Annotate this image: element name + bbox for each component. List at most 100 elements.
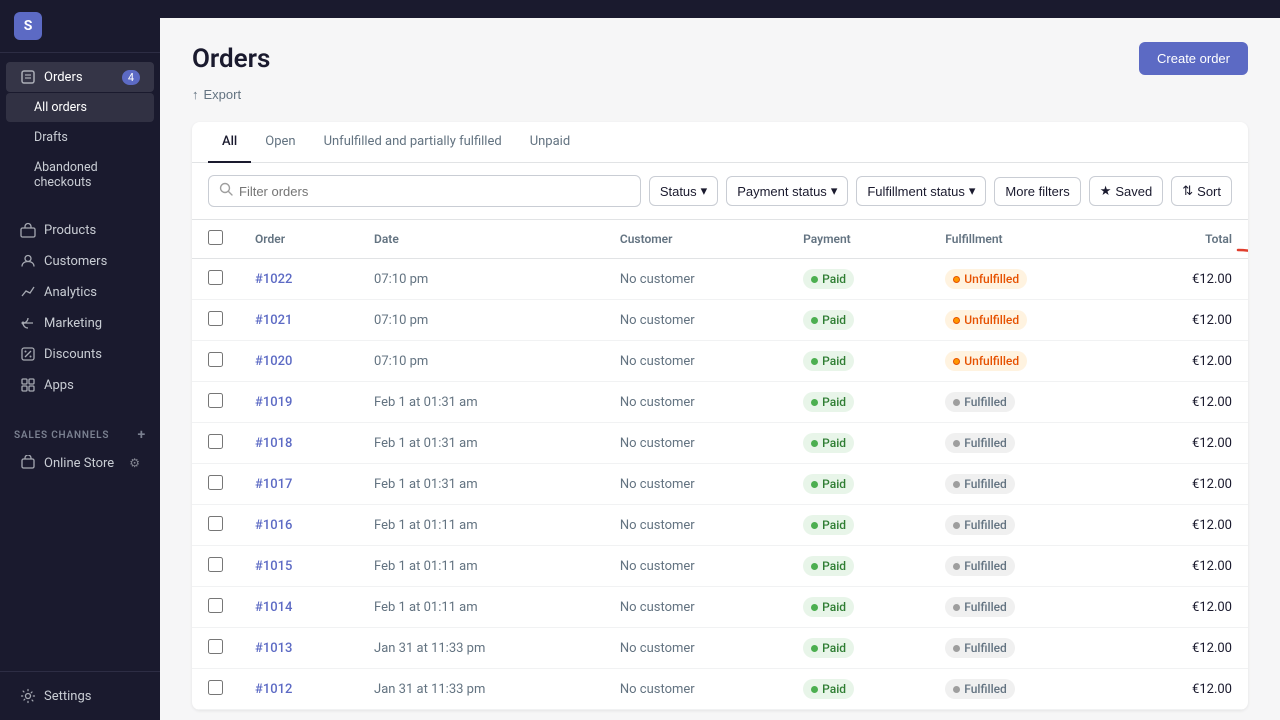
order-link[interactable]: #1012 [255, 682, 292, 697]
row-total: €12.00 [1125, 382, 1249, 423]
fulfillment-status-label: Fulfillment status [867, 184, 965, 199]
tab-open[interactable]: Open [251, 122, 309, 163]
fulfillment-badge: Fulfilled [945, 556, 1015, 576]
sales-channels-label: SALES CHANNELS + [0, 417, 160, 447]
payment-dot [811, 686, 818, 693]
tab-all[interactable]: All [208, 122, 251, 163]
apps-icon [20, 377, 36, 393]
table-row: #1013 Jan 31 at 11:33 pm No customer Pai… [192, 628, 1248, 669]
saved-button[interactable]: ★ Saved [1089, 176, 1164, 206]
analytics-icon [20, 284, 36, 300]
order-link[interactable]: #1016 [255, 518, 292, 533]
fulfillment-dot [953, 440, 960, 447]
row-checkbox[interactable] [208, 352, 223, 367]
fulfillment-dot [953, 481, 960, 488]
select-all-checkbox[interactable] [208, 230, 223, 245]
add-sales-channel-icon[interactable]: + [138, 427, 147, 443]
tab-unfulfilled[interactable]: Unfulfilled and partially fulfilled [310, 122, 516, 163]
order-link[interactable]: #1019 [255, 395, 292, 410]
payment-badge: Paid [803, 351, 854, 371]
sidebar-item-orders[interactable]: Orders 4 [6, 62, 154, 92]
order-link[interactable]: #1014 [255, 600, 292, 615]
row-payment: Paid [787, 300, 929, 341]
table-header: Order Date Customer Payment Fulfillment … [192, 220, 1248, 259]
order-link[interactable]: #1013 [255, 641, 292, 656]
row-total: €12.00 [1125, 464, 1249, 505]
search-box[interactable] [208, 175, 641, 207]
create-order-button[interactable]: Create order [1139, 42, 1248, 75]
payment-dot [811, 317, 818, 324]
tab-unpaid[interactable]: Unpaid [516, 122, 584, 163]
row-payment: Paid [787, 423, 929, 464]
sidebar-item-apps[interactable]: Apps [6, 370, 154, 400]
row-checkbox[interactable] [208, 639, 223, 654]
more-filters-button[interactable]: More filters [994, 177, 1080, 206]
row-payment: Paid [787, 628, 929, 669]
order-link[interactable]: #1015 [255, 559, 292, 574]
search-input[interactable] [239, 184, 630, 199]
row-order: #1014 [239, 587, 358, 628]
order-link[interactable]: #1022 [255, 272, 292, 287]
row-date: Feb 1 at 01:11 am [358, 587, 604, 628]
payment-status-filter-button[interactable]: Payment status ▾ [726, 176, 848, 206]
sidebar-item-online-store[interactable]: Online Store ⚙ [6, 448, 154, 478]
order-link[interactable]: #1018 [255, 436, 292, 451]
sidebar-item-drafts[interactable]: Drafts [6, 123, 154, 152]
sidebar-item-products[interactable]: Products [6, 215, 154, 245]
row-date: Feb 1 at 01:31 am [358, 464, 604, 505]
row-customer: No customer [604, 587, 787, 628]
payment-dot [811, 358, 818, 365]
export-button[interactable]: ↑ Export [192, 83, 241, 106]
payment-dot [811, 604, 818, 611]
payment-dot [811, 645, 818, 652]
order-col-header: Order [239, 220, 358, 259]
row-checkbox[interactable] [208, 311, 223, 326]
row-checkbox[interactable] [208, 475, 223, 490]
fulfillment-badge: Fulfilled [945, 474, 1015, 494]
row-checkbox-cell [192, 382, 239, 423]
page-header: Orders Create order [192, 42, 1248, 75]
row-checkbox[interactable] [208, 434, 223, 449]
online-store-settings-icon[interactable]: ⚙ [129, 456, 140, 470]
row-checkbox[interactable] [208, 598, 223, 613]
row-total: €12.00 [1125, 669, 1249, 710]
order-link[interactable]: #1021 [255, 313, 292, 328]
table-row: #1018 Feb 1 at 01:31 am No customer Paid… [192, 423, 1248, 464]
row-customer: No customer [604, 341, 787, 382]
payment-badge: Paid [803, 433, 854, 453]
row-fulfillment: Unfulfilled [929, 300, 1124, 341]
payment-badge: Paid [803, 638, 854, 658]
row-checkbox[interactable] [208, 557, 223, 572]
row-total: €12.00 [1125, 505, 1249, 546]
row-checkbox[interactable] [208, 516, 223, 531]
discounts-label: Discounts [44, 347, 102, 362]
status-filter-button[interactable]: Status ▾ [649, 176, 718, 206]
table-row: #1019 Feb 1 at 01:31 am No customer Paid… [192, 382, 1248, 423]
row-order: #1021 [239, 300, 358, 341]
row-checkbox[interactable] [208, 393, 223, 408]
sort-button[interactable]: ⇅ Sort [1171, 176, 1232, 206]
row-checkbox-cell [192, 587, 239, 628]
sidebar-item-marketing[interactable]: Marketing [6, 308, 154, 338]
payment-badge: Paid [803, 310, 854, 330]
order-link[interactable]: #1020 [255, 354, 292, 369]
row-checkbox-cell [192, 546, 239, 587]
order-link[interactable]: #1017 [255, 477, 292, 492]
fulfillment-dot [953, 686, 960, 693]
sidebar-item-all-orders[interactable]: All orders [6, 93, 154, 122]
row-order: #1017 [239, 464, 358, 505]
sidebar-item-abandoned-checkouts[interactable]: Abandoned checkouts [6, 153, 154, 197]
sidebar-item-discounts[interactable]: Discounts [6, 339, 154, 369]
sidebar-item-analytics[interactable]: Analytics [6, 277, 154, 307]
row-checkbox[interactable] [208, 680, 223, 695]
row-checkbox-cell [192, 423, 239, 464]
sidebar-item-settings[interactable]: Settings [6, 681, 154, 711]
fulfillment-status-filter-button[interactable]: Fulfillment status ▾ [856, 176, 986, 206]
more-filters-label: More filters [1005, 184, 1069, 199]
sidebar-item-customers[interactable]: Customers [6, 246, 154, 276]
status-filter-label: Status [660, 184, 697, 199]
row-checkbox[interactable] [208, 270, 223, 285]
payment-badge: Paid [803, 392, 854, 412]
analytics-label: Analytics [44, 285, 97, 300]
fulfillment-badge: Fulfilled [945, 515, 1015, 535]
